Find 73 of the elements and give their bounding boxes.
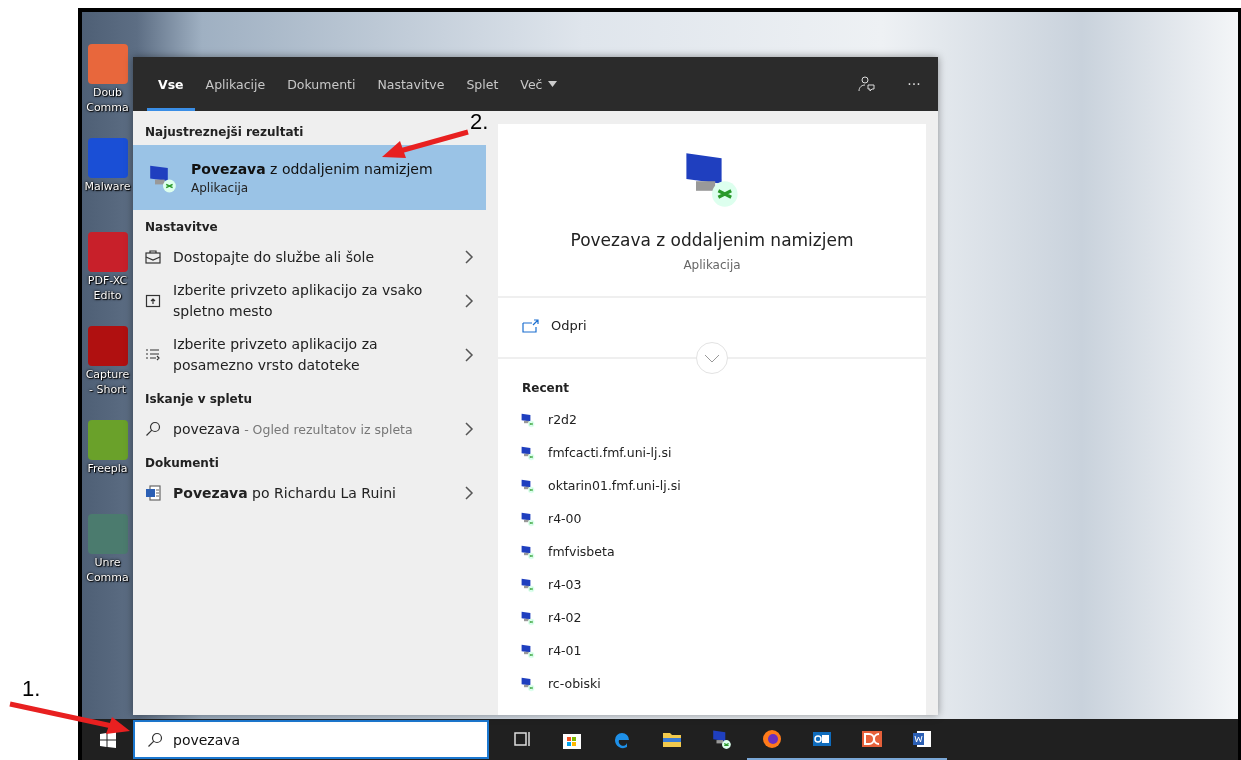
recent-item[interactable]: fmfvisbeta [498,535,926,568]
search-icon [147,731,163,748]
result-row[interactable]: Povezava po Richardu La Ruini [133,476,486,510]
computer-icon [520,477,536,494]
recent-item[interactable]: r4-03 [498,568,926,601]
shortcut-label: Freepla [87,462,128,475]
shortcut-label: Doub [92,86,123,99]
computer-icon [520,576,536,593]
chevron-right-icon [464,348,474,362]
result-row[interactable]: povezava - Ogled rezultatov iz spleta [133,412,486,446]
computer-icon [520,510,536,527]
shortcut-label: Capture [85,368,130,381]
shortcut-label: Edito [93,289,122,302]
browser-icon [761,727,783,750]
computer-icon [520,675,536,692]
search-field[interactable]: povezava [133,720,489,759]
chevron-right-icon [464,250,474,264]
shortcut-label: - Short [89,383,126,396]
filter-tab[interactable]: Več [509,57,569,111]
briefcase-icon [145,249,161,265]
computer-icon [520,609,536,626]
result-subtitle: Aplikacija [191,180,250,195]
filter-tab[interactable]: Nastavitve [366,57,456,111]
open-button[interactable]: Odpri [498,298,611,357]
result-text: povezava - Ogled rezultatov iz spleta [173,419,414,439]
app-subtitle: Aplikacija [683,258,741,272]
shortcut-label: Comma [86,571,129,584]
open-window-icon [522,318,539,333]
result-row[interactable]: Izberite privzeto aplikacijo za vsako spletno mesto [133,274,486,328]
person-feedback-icon [857,75,875,93]
computer-icon [520,543,536,560]
result-text: Izberite privzeto aplikacijo za vsako spletno mesto [173,281,424,321]
shortcut-label: Unre [94,556,121,569]
filter-tab[interactable]: Dokumenti [276,57,367,111]
computer-icon [520,642,536,659]
filter-tab[interactable]: Splet [455,57,510,111]
filter-tab[interactable]: Aplikacije [194,57,277,111]
result-text: Dostopajte do službe ali šole [173,247,376,267]
section-heading: Nastavitve [144,219,219,236]
result-row[interactable]: Izberite privzeto aplikacijo za posamezno vrsto datoteke [133,328,486,382]
recent-item[interactable]: fmfcacti.fmf.uni-lj.si [498,436,926,469]
document-icon [145,485,161,501]
recent-heading: Recent [521,380,570,397]
chevron-right-icon [464,422,474,436]
result-text: Izberite privzeto aplikacijo za posamezno vrsto datoteke [173,335,379,375]
more-button[interactable]: ··· [890,57,938,111]
recent-item[interactable]: oktarin01.fmf.uni-lj.si [498,469,926,502]
list-icon [145,347,161,363]
step-number: 2. [470,109,489,135]
search-icon [145,421,161,437]
chevron-down-icon [704,353,720,363]
result-text: Povezava po Richardu La Ruini [173,483,397,503]
step-number: 1. [22,676,41,702]
shortcut-label: Comma [86,101,129,114]
section-heading: Iskanje v spletu [144,391,253,408]
chevron-right-icon [464,486,474,500]
result-title: Povezava z oddaljenim namizjem [191,160,433,177]
recent-item[interactable]: rc-obiski [498,667,926,700]
windows-logo-icon [99,731,116,748]
computer-icon [520,411,536,428]
recent-item[interactable]: r4-00 [498,502,926,535]
computer-icon [520,444,536,461]
shortcut-label: Malware [84,180,131,193]
recent-item[interactable]: r2d2 [498,403,926,436]
recent-item[interactable]: r4-02 [498,601,926,634]
chevron-right-icon [464,294,474,308]
caret-icon [548,81,558,87]
shortcut-label: PDF-XC [87,274,128,287]
section-heading: Dokumenti [144,455,220,472]
recent-item[interactable]: r4-01 [498,634,926,667]
result-row[interactable]: Dostopajte do službe ali šole [133,240,486,274]
app-title: Povezava z oddaljenim namizjem [570,230,854,250]
best-match-result[interactable]: Povezava z oddaljenim namizjem Aplikacija [133,145,486,210]
